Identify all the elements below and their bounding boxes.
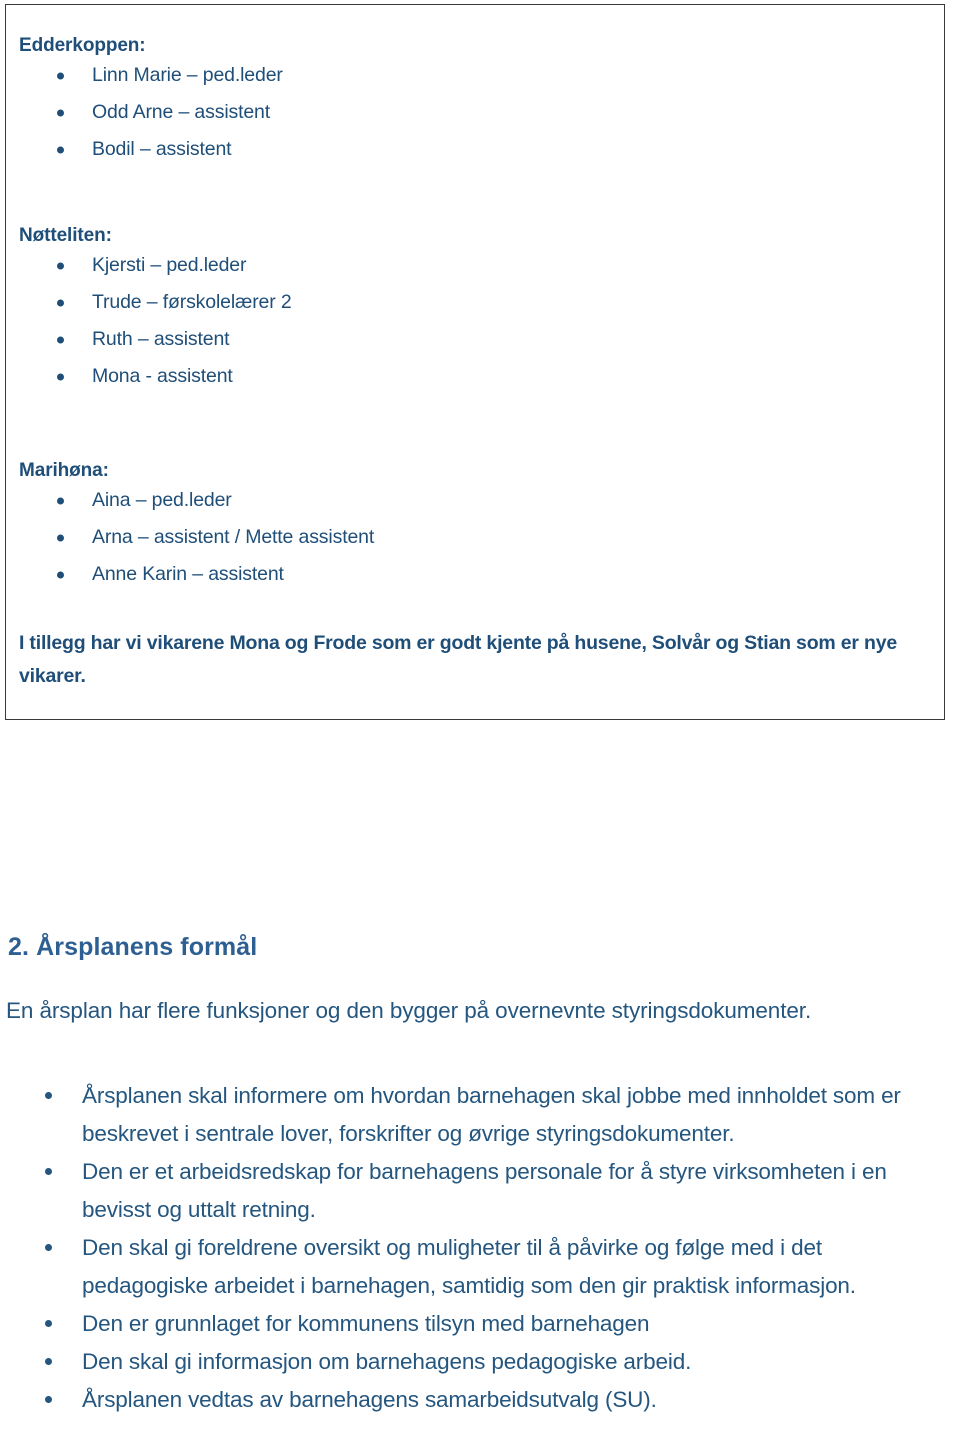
list-item: Årsplanen vedtas av barnehagens samarbei… bbox=[0, 1381, 960, 1419]
department-member-list: Aina – ped.leder Arna – assistent / Mett… bbox=[6, 482, 944, 593]
member-name: Ruth – assistent bbox=[92, 328, 230, 350]
list-item: Ruth – assistent bbox=[6, 321, 944, 358]
member-name: Linn Marie – ped.leder bbox=[92, 64, 283, 86]
member-name: Bodil – assistent bbox=[92, 138, 232, 160]
department-block-notteliten: Nøtteliten: Kjersti – ped.leder Trude – … bbox=[6, 225, 944, 395]
list-item: Trude – førskolelærer 2 bbox=[6, 284, 944, 321]
purpose-text: Den skal gi foreldrene oversikt og mulig… bbox=[82, 1235, 856, 1298]
list-item: Den er grunnlaget for kommunens tilsyn m… bbox=[0, 1305, 960, 1343]
department-member-list: Linn Marie – ped.leder Odd Arne – assist… bbox=[6, 57, 944, 168]
member-name: Kjersti – ped.leder bbox=[92, 254, 247, 276]
list-item: Årsplanen skal informere om hvordan barn… bbox=[0, 1077, 960, 1153]
intro-paragraph: En årsplan har flere funksjoner og den b… bbox=[6, 998, 812, 1023]
list-item: Anne Karin – assistent bbox=[6, 556, 944, 593]
bullet-icon bbox=[45, 1358, 52, 1365]
bullet-icon bbox=[57, 72, 64, 79]
department-member-list: Kjersti – ped.leder Trude – førskolelære… bbox=[6, 247, 944, 395]
purpose-text: Årsplanen skal informere om hvordan barn… bbox=[82, 1083, 901, 1146]
bullet-icon bbox=[45, 1396, 52, 1403]
list-item: Den skal gi foreldrene oversikt og mulig… bbox=[0, 1229, 960, 1305]
bullet-icon bbox=[57, 534, 64, 541]
member-name: Mona - assistent bbox=[92, 365, 233, 387]
bullet-icon bbox=[57, 497, 64, 504]
list-item: Linn Marie – ped.leder bbox=[6, 57, 944, 94]
purpose-text: Årsplanen vedtas av barnehagens samarbei… bbox=[82, 1387, 657, 1412]
department-block-marihona: Marihøna: Aina – ped.leder Arna – assist… bbox=[6, 460, 944, 593]
list-item: Den skal gi informasjon om barnehagens p… bbox=[0, 1343, 960, 1381]
purpose-list: Årsplanen skal informere om hvordan barn… bbox=[0, 1077, 960, 1419]
list-item: Arna – assistent / Mette assistent bbox=[6, 519, 944, 556]
department-title: Nøtteliten: bbox=[19, 225, 112, 246]
department-title: Marihøna: bbox=[19, 460, 109, 481]
bullet-icon bbox=[45, 1244, 52, 1251]
department-block-edderkoppen: Edderkoppen: Linn Marie – ped.leder Odd … bbox=[6, 35, 944, 168]
staff-overview-box: Edderkoppen: Linn Marie – ped.leder Odd … bbox=[5, 4, 945, 720]
bullet-icon bbox=[45, 1168, 52, 1175]
list-item: Bodil – assistent bbox=[6, 131, 944, 168]
purpose-text: Den er grunnlaget for kommunens tilsyn m… bbox=[82, 1311, 650, 1336]
bullet-icon bbox=[57, 571, 64, 578]
list-item: Den er et arbeidsredskap for barnehagens… bbox=[0, 1153, 960, 1229]
member-name: Trude – førskolelærer 2 bbox=[92, 291, 292, 313]
bullet-icon bbox=[45, 1092, 52, 1099]
list-item: Kjersti – ped.leder bbox=[6, 247, 944, 284]
purpose-text: Den skal gi informasjon om barnehagens p… bbox=[82, 1349, 692, 1374]
list-item: Odd Arne – assistent bbox=[6, 94, 944, 131]
member-name: Odd Arne – assistent bbox=[92, 101, 271, 123]
list-item: Mona - assistent bbox=[6, 358, 944, 395]
member-name: Arna – assistent / Mette assistent bbox=[92, 526, 375, 548]
list-item: Aina – ped.leder bbox=[6, 482, 944, 519]
member-name: Aina – ped.leder bbox=[92, 489, 232, 511]
substitutes-note: I tillegg har vi vikarene Mona og Frode … bbox=[19, 632, 898, 687]
purpose-text: Den er et arbeidsredskap for barnehagens… bbox=[82, 1159, 887, 1222]
page-title: 2. Årsplanens formål bbox=[8, 933, 258, 961]
bullet-icon bbox=[57, 146, 64, 153]
department-title: Edderkoppen: bbox=[19, 35, 146, 56]
member-name: Anne Karin – assistent bbox=[92, 563, 284, 585]
bullet-icon bbox=[57, 262, 64, 269]
bullet-icon bbox=[57, 373, 64, 380]
bullet-icon bbox=[57, 109, 64, 116]
bullet-icon bbox=[45, 1320, 52, 1327]
bullet-icon bbox=[57, 299, 64, 306]
bullet-icon bbox=[57, 336, 64, 343]
